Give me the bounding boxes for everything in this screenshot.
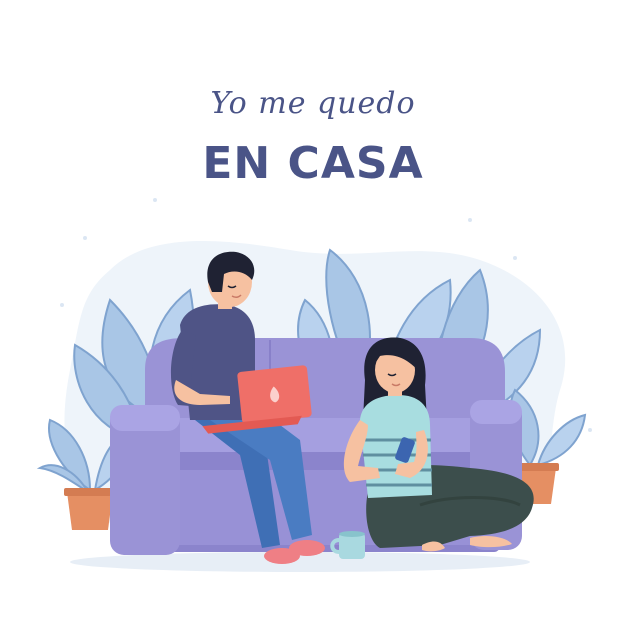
illustration-canvas: Yo me quedo EN CASA (0, 0, 626, 626)
stay-home-scene (36, 198, 592, 572)
